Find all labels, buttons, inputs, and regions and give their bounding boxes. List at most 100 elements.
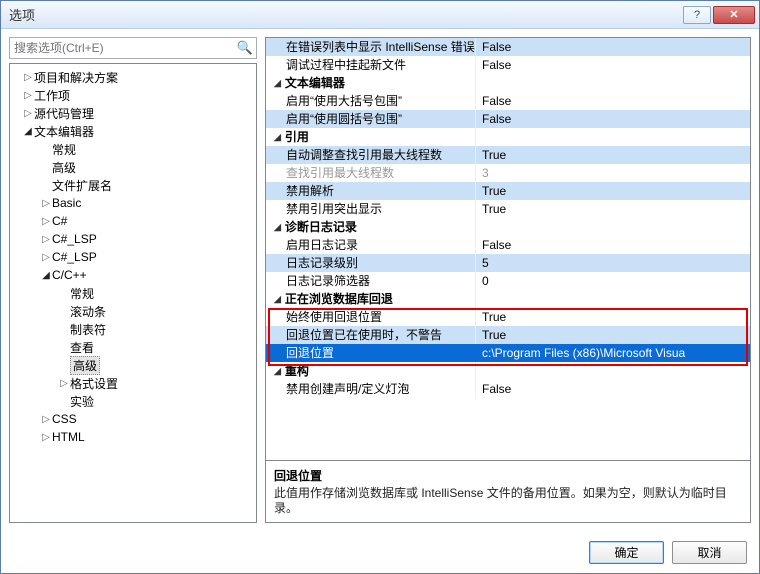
tree-arrow-icon: ▷ [58, 378, 70, 389]
close-button[interactable]: ✕ [713, 6, 755, 24]
property-value[interactable]: False [476, 38, 750, 56]
tree-arrow-icon: ◢ [40, 270, 52, 281]
property-row[interactable]: 查找引用最大线程数3 [266, 164, 750, 182]
tree-node-label: 常规 [70, 285, 94, 302]
property-name: 日志记录筛选器 [266, 272, 476, 290]
property-name: 调试过程中挂起新文件 [266, 56, 476, 74]
property-value[interactable]: False [476, 236, 750, 254]
property-grid[interactable]: 在错误列表中显示 IntelliSense 错误False调试过程中挂起新文件F… [265, 37, 751, 461]
dialog-footer: 确定 取消 [1, 531, 759, 573]
tree-node[interactable]: ▷C#_LSP [10, 230, 256, 248]
property-category-header[interactable]: ◢正在浏览数据库回退 [266, 290, 750, 308]
property-row[interactable]: 日志记录筛选器0 [266, 272, 750, 290]
property-value[interactable]: True [476, 326, 750, 344]
property-name: ◢引用 [266, 128, 476, 146]
property-value [476, 290, 750, 308]
tree-node[interactable]: 制表符 [10, 320, 256, 338]
tree-arrow-icon: ▷ [22, 90, 34, 101]
tree-arrow-icon: ▷ [22, 72, 34, 83]
titlebar: 选项 ? ✕ [1, 1, 759, 29]
help-button[interactable]: ? [683, 6, 711, 24]
property-row[interactable]: 自动调整查找引用最大线程数True [266, 146, 750, 164]
property-row[interactable]: 日志记录级别5 [266, 254, 750, 272]
property-category-header[interactable]: ◢引用 [266, 128, 750, 146]
search-container: 🔍 [9, 37, 257, 59]
search-input[interactable] [9, 37, 257, 59]
property-row[interactable]: 调试过程中挂起新文件False [266, 56, 750, 74]
tree-node[interactable]: 实验 [10, 392, 256, 410]
tree-node[interactable]: ▷C# [10, 212, 256, 230]
tree-node[interactable]: 查看 [10, 338, 256, 356]
property-row[interactable]: 回退位置已在使用时，不警告True [266, 326, 750, 344]
tree-node-label: C/C++ [52, 268, 87, 282]
tree-node[interactable]: 滚动条 [10, 302, 256, 320]
property-value[interactable]: False [476, 56, 750, 74]
property-name: ◢诊断日志记录 [266, 218, 476, 236]
property-value[interactable]: False [476, 110, 750, 128]
property-name: 启用“使用大括号包围” [266, 92, 476, 110]
property-row[interactable]: 回退位置c:\Program Files (x86)\Microsoft Vis… [266, 344, 750, 362]
ok-button[interactable]: 确定 [589, 541, 664, 564]
tree-node-label: 查看 [70, 339, 94, 356]
tree-arrow-icon: ▷ [40, 216, 52, 227]
property-value [476, 128, 750, 146]
collapse-icon: ◢ [274, 74, 281, 92]
tree-node-label: HTML [52, 430, 85, 444]
tree-node[interactable]: ◢文本编辑器 [10, 122, 256, 140]
property-value [476, 74, 750, 92]
tree-node[interactable]: ▷CSS [10, 410, 256, 428]
property-row[interactable]: 禁用解析True [266, 182, 750, 200]
property-name: 回退位置 [266, 344, 476, 362]
options-tree[interactable]: ▷项目和解决方案▷工作项▷源代码管理◢文本编辑器常规高级文件扩展名▷Basic▷… [9, 63, 257, 523]
tree-node[interactable]: ◢C/C++ [10, 266, 256, 284]
property-category-header[interactable]: ◢诊断日志记录 [266, 218, 750, 236]
description-panel: 回退位置 此值用作存储浏览数据库或 IntelliSense 文件的备用位置。如… [265, 461, 751, 523]
tree-node-label: 实验 [70, 393, 94, 410]
tree-node-label: 常规 [52, 141, 76, 158]
property-row[interactable]: 禁用引用突出显示True [266, 200, 750, 218]
tree-node[interactable]: 高级 [10, 356, 256, 374]
property-row[interactable]: 启用“使用大括号包围”False [266, 92, 750, 110]
tree-node[interactable]: 常规 [10, 284, 256, 302]
tree-node-label: 高级 [70, 356, 100, 375]
property-value[interactable]: 0 [476, 272, 750, 290]
property-row[interactable]: 启用“使用圆括号包围”False [266, 110, 750, 128]
tree-node-label: 文本编辑器 [34, 123, 94, 140]
property-value[interactable]: True [476, 182, 750, 200]
window-title: 选项 [9, 5, 681, 24]
tree-node[interactable]: 文件扩展名 [10, 176, 256, 194]
tree-node-label: 源代码管理 [34, 105, 94, 122]
property-value[interactable]: False [476, 380, 750, 398]
property-row[interactable]: 始终使用回退位置True [266, 308, 750, 326]
cancel-button[interactable]: 取消 [672, 541, 747, 564]
property-row[interactable]: 启用日志记录False [266, 236, 750, 254]
property-name: 禁用引用突出显示 [266, 200, 476, 218]
property-value[interactable]: c:\Program Files (x86)\Microsoft Visua [476, 344, 750, 362]
property-value[interactable]: True [476, 146, 750, 164]
property-value[interactable]: 3 [476, 164, 750, 182]
tree-node[interactable]: 常规 [10, 140, 256, 158]
tree-node[interactable]: ▷源代码管理 [10, 104, 256, 122]
property-value[interactable]: True [476, 200, 750, 218]
property-value [476, 362, 750, 380]
tree-node[interactable]: 高级 [10, 158, 256, 176]
property-row[interactable]: 在错误列表中显示 IntelliSense 错误False [266, 38, 750, 56]
property-name: 始终使用回退位置 [266, 308, 476, 326]
property-category-header[interactable]: ◢重构 [266, 362, 750, 380]
tree-node[interactable]: ▷Basic [10, 194, 256, 212]
property-row[interactable]: 禁用创建声明/定义灯泡False [266, 380, 750, 398]
property-value[interactable]: 5 [476, 254, 750, 272]
tree-node-label: C# [52, 214, 67, 228]
property-value[interactable]: False [476, 92, 750, 110]
property-value[interactable]: True [476, 308, 750, 326]
tree-node[interactable]: ▷格式设置 [10, 374, 256, 392]
search-icon: 🔍 [237, 40, 253, 56]
property-name: 日志记录级别 [266, 254, 476, 272]
property-name: ◢文本编辑器 [266, 74, 476, 92]
tree-node[interactable]: ▷C#_LSP [10, 248, 256, 266]
tree-node[interactable]: ▷工作项 [10, 86, 256, 104]
property-category-header[interactable]: ◢文本编辑器 [266, 74, 750, 92]
tree-node[interactable]: ▷项目和解决方案 [10, 68, 256, 86]
tree-node[interactable]: ▷HTML [10, 428, 256, 446]
collapse-icon: ◢ [274, 128, 281, 146]
